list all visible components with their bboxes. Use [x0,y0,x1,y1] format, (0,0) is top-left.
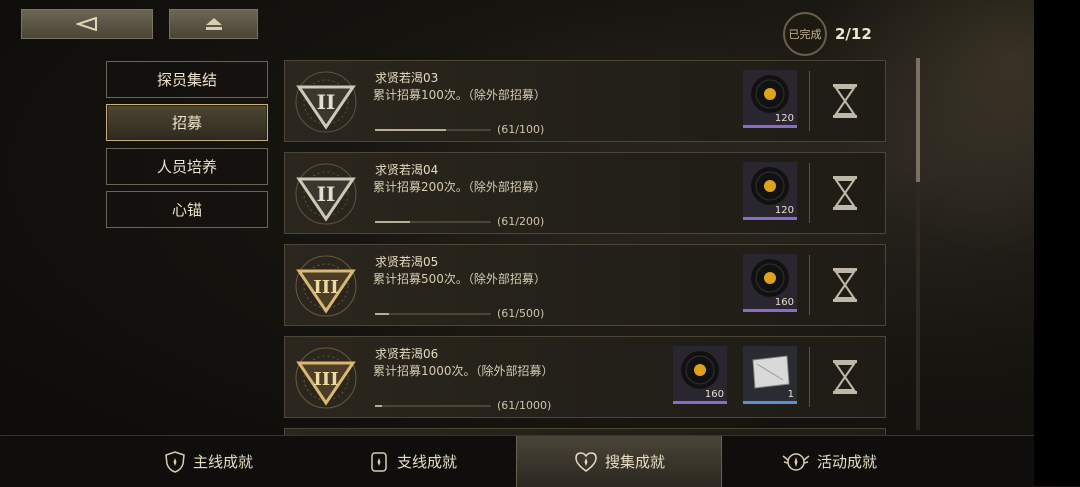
tab-label: 活动成就 [816,453,877,471]
tier-ii-emblem-icon: II [295,163,357,225]
shield-star-icon [165,450,185,473]
progress-text: (61/200) [497,215,545,228]
tab-label: 搜集成就 [604,453,665,471]
achievement-card[interactable]: III 求贤若渴06 累计招募1000次。（除外部招募） (61/1000) 1… [284,336,886,418]
eject-home-icon [205,18,222,30]
completion-progress: 已完成 2/12 [783,12,872,56]
screen-edge [1034,0,1080,486]
hourglass-icon [833,176,857,210]
scrollbar-thumb[interactable] [916,58,920,182]
reward-count: 160 [704,389,724,400]
tier-iii-emblem-icon: III [295,347,357,409]
achievement-title: 求贤若渴05 [375,255,439,269]
reward-item[interactable]: 120 [743,70,797,128]
category-label: 招募 [171,114,202,132]
divider [809,71,810,131]
winged-star-icon [782,452,810,471]
completion-label: 已完成 [783,12,827,56]
tab-side-achievements[interactable]: 支线成就 [312,436,512,487]
progress-text: (61/500) [497,307,545,320]
category-training[interactable]: 人员培养 [106,148,268,185]
back-button[interactable] [21,9,153,39]
tab-main-achievements[interactable]: 主线成就 [108,436,308,487]
progress-bar-fill [375,313,390,315]
reward-count: 1 [787,389,794,400]
category-label: 人员培养 [156,158,217,176]
svg-text:III: III [313,277,338,298]
category-recruit[interactable]: 招募 [106,104,268,141]
achievement-description: 累计招募500次。（除外部招募） [373,272,546,286]
tab-label: 支线成就 [396,453,457,471]
achievement-title: 求贤若渴03 [375,71,439,85]
reward-item[interactable]: 160 [673,346,727,404]
progress-bar-fill [375,221,411,223]
achievement-card[interactable]: II 求贤若渴03 累计招募100次。（除外部招募） (61/100) 120 [284,60,886,142]
svg-text:III: III [313,369,338,390]
badge-icon [371,451,387,472]
progress-text: (61/1000) [497,399,552,412]
category-label: 心锚 [171,201,202,219]
tab-label: 主线成就 [192,453,253,471]
category-agent-assembly[interactable]: 探员集结 [106,61,268,98]
category-label: 探员集结 [156,71,217,89]
tier-iii-emblem-icon: III [295,255,357,317]
achievement-card[interactable]: II 求贤若渴04 累计招募200次。（除外部招募） (61/200) 120 [284,152,886,234]
achievement-card[interactable]: III 求贤若渴05 累计招募500次。（除外部招募） (61/500) 160 [284,244,886,326]
achievement-description: 累计招募1000次。（除外部招募） [373,364,554,378]
home-button[interactable] [169,9,258,39]
reward-item[interactable]: 1 [743,346,797,404]
achievement-description: 累计招募200次。（除外部招募） [373,180,546,194]
divider [809,163,810,223]
progress-bar-fill [375,405,383,407]
progress-bar [375,129,491,131]
completion-count: 2/12 [835,25,872,43]
hourglass-icon [833,84,857,118]
progress-bar-fill [375,129,446,131]
reward-count: 120 [774,113,794,124]
category-heart-anchor[interactable]: 心锚 [106,191,268,228]
svg-text:II: II [317,182,336,206]
divider [809,255,810,315]
tier-ii-emblem-icon: II [295,71,357,133]
progress-bar [375,405,491,407]
hourglass-icon [833,268,857,302]
progress-bar [375,221,491,223]
reward-count: 160 [774,297,794,308]
achievement-title: 求贤若渴04 [375,163,439,177]
progress-text: (61/100) [497,123,545,136]
achievement-description: 累计招募100次。（除外部招募） [373,88,546,102]
achievement-title: 求贤若渴06 [375,347,439,361]
progress-bar [375,313,491,315]
svg-text:II: II [317,90,336,114]
back-arrow-icon [76,17,97,31]
reward-count: 120 [774,205,794,216]
reward-item[interactable]: 160 [743,254,797,312]
heart-star-icon [575,451,597,472]
reward-item[interactable]: 120 [743,162,797,220]
divider [809,347,810,407]
tab-collection-achievements[interactable]: 搜集成就 [516,436,722,487]
bottom-tab-bar: 主线成就 支线成就 搜集成就 活动成就 [0,435,1034,487]
hourglass-icon [833,360,857,394]
tab-event-achievements[interactable]: 活动成就 [724,436,934,487]
